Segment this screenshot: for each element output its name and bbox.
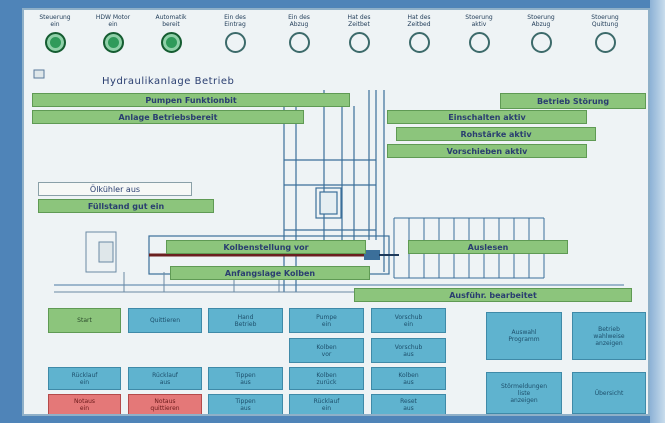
stoermeldungen-button[interactable]: Störmeldungen liste anzeigen [486, 372, 562, 414]
tippen-aus-button[interactable]: Tippen aus [208, 367, 283, 390]
ruecklauf-aus-button[interactable]: Rücklauf aus [128, 367, 202, 390]
status-tag-oelkuehler: Ölkühler aus [38, 182, 192, 196]
status-tag-anlage: Anlage Betriebsbereit [32, 110, 304, 124]
kolben-vor-button[interactable]: Kolben vor [289, 338, 364, 363]
quittieren-button[interactable]: Quittieren [128, 308, 202, 333]
tippen-aus-button-2[interactable]: Tippen aus [208, 394, 283, 414]
vorschub-aus-button[interactable]: Vorschub aus [371, 338, 446, 363]
uebersicht-button[interactable]: Übersicht [572, 372, 646, 414]
status-tag-zentralanzeige: Ausführ. bearbeitet [354, 288, 632, 302]
programm-auswahl-button[interactable]: Auswahl Programm [486, 312, 562, 360]
status-tag-vorschieben: Vorschieben aktiv [387, 144, 587, 158]
diagram-title: Hydraulikanlage Betrieb [102, 76, 235, 87]
status-tag-kolbenstellung: Kolbenstellung vor [166, 240, 366, 254]
status-tag-anfangslage: Anfangslage Kolben [170, 266, 370, 280]
notaus-ein-button[interactable]: Notaus ein [48, 394, 121, 414]
menu-icon [33, 69, 45, 79]
vorschub-ein-button[interactable]: Vorschub ein [371, 308, 446, 333]
betrieb-anzeigen-button[interactable]: Betrieb wahlweise anzeigen [572, 312, 646, 360]
pumpe-ein-button[interactable]: Pumpe ein [289, 308, 364, 333]
reset-aus-button[interactable]: Reset aus [371, 394, 446, 414]
ruecklauf-ein-button[interactable]: Rücklauf ein [48, 367, 121, 390]
status-tag-auslesen: Auslesen [408, 240, 568, 254]
start-button[interactable]: Start [48, 308, 121, 333]
kolben-zurueck-button[interactable]: Kolben zurück [289, 367, 364, 390]
monitor-bezel [650, 0, 665, 423]
status-tag-betrieb: Betrieb Störung [500, 93, 646, 109]
status-tag-fuellstand: Füllstand gut ein [38, 199, 214, 213]
hmi-screen: Steuerung ein HDW Motor ein Automatik be… [22, 8, 650, 416]
process-diagram [33, 69, 624, 293]
status-tag-einschalten: Einschalten aktiv [387, 110, 587, 124]
kolben-aus-button[interactable]: Kolben aus [371, 367, 446, 390]
ruecklauf-ein-button-2[interactable]: Rücklauf ein [289, 394, 364, 414]
status-tag-rohstaerke: Rohstärke aktiv [396, 127, 596, 141]
status-tag-pumpen: Pumpen Funktionbit [32, 93, 350, 107]
notaus-quittieren-button[interactable]: Notaus quittieren [128, 394, 202, 414]
hand-betrieb-button[interactable]: Hand Betrieb [208, 308, 283, 333]
